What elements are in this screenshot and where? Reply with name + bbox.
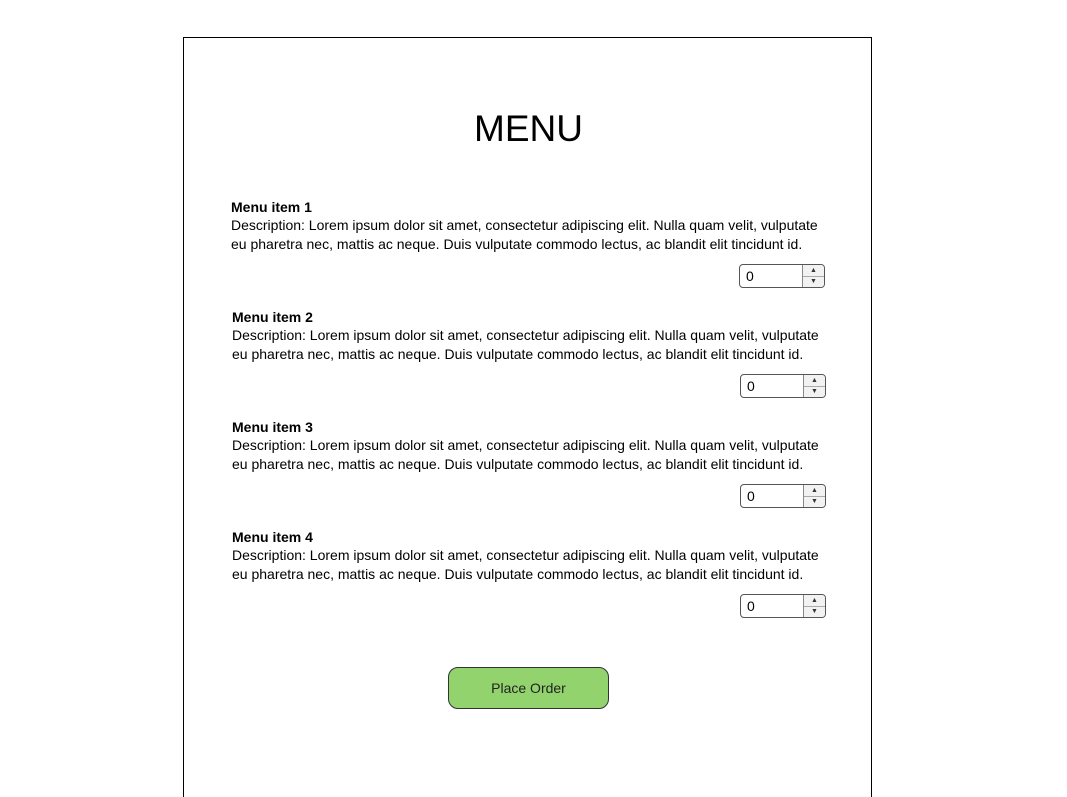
quantity-value[interactable]: 0	[741, 595, 803, 617]
decrement-arrow-icon[interactable]: ▼	[803, 276, 824, 287]
place-order-button[interactable]: Place Order	[448, 667, 609, 709]
decrement-arrow-icon[interactable]: ▼	[804, 606, 825, 617]
increment-arrow-icon[interactable]: ▲	[803, 265, 824, 277]
stepper-buttons: ▲ ▼	[803, 485, 825, 507]
increment-arrow-icon[interactable]: ▲	[804, 375, 825, 387]
quantity-stepper-3[interactable]: 0 ▲ ▼	[740, 484, 826, 508]
menu-item-name: Menu item 2	[232, 309, 313, 325]
quantity-value[interactable]: 0	[741, 485, 803, 507]
quantity-value[interactable]: 0	[740, 265, 802, 287]
menu-item-description: Description: Lorem ipsum dolor sit amet,…	[232, 547, 819, 582]
menu-item-1: Menu item 1 Description: Lorem ipsum dol…	[231, 198, 831, 254]
stepper-buttons: ▲ ▼	[803, 375, 825, 397]
menu-item-name: Menu item 3	[232, 419, 313, 435]
stepper-buttons: ▲ ▼	[802, 265, 824, 287]
increment-arrow-icon[interactable]: ▲	[804, 485, 825, 497]
menu-item-description: Description: Lorem ipsum dolor sit amet,…	[232, 437, 819, 472]
menu-panel: MENU Menu item 1 Description: Lorem ipsu…	[183, 37, 872, 797]
menu-item-name: Menu item 1	[231, 199, 312, 215]
menu-item-3: Menu item 3 Description: Lorem ipsum dol…	[232, 418, 832, 474]
menu-item-4: Menu item 4 Description: Lorem ipsum dol…	[232, 528, 832, 584]
quantity-stepper-4[interactable]: 0 ▲ ▼	[740, 594, 826, 618]
page-title: MENU	[474, 108, 583, 149]
menu-item-2: Menu item 2 Description: Lorem ipsum dol…	[232, 308, 832, 364]
menu-item-name: Menu item 4	[232, 529, 313, 545]
quantity-stepper-2[interactable]: 0 ▲ ▼	[740, 374, 826, 398]
decrement-arrow-icon[interactable]: ▼	[804, 496, 825, 507]
increment-arrow-icon[interactable]: ▲	[804, 595, 825, 607]
decrement-arrow-icon[interactable]: ▼	[804, 386, 825, 397]
menu-item-description: Description: Lorem ipsum dolor sit amet,…	[232, 327, 819, 362]
quantity-value[interactable]: 0	[741, 375, 803, 397]
stepper-buttons: ▲ ▼	[803, 595, 825, 617]
menu-item-description: Description: Lorem ipsum dolor sit amet,…	[231, 217, 818, 252]
quantity-stepper-1[interactable]: 0 ▲ ▼	[739, 264, 825, 288]
